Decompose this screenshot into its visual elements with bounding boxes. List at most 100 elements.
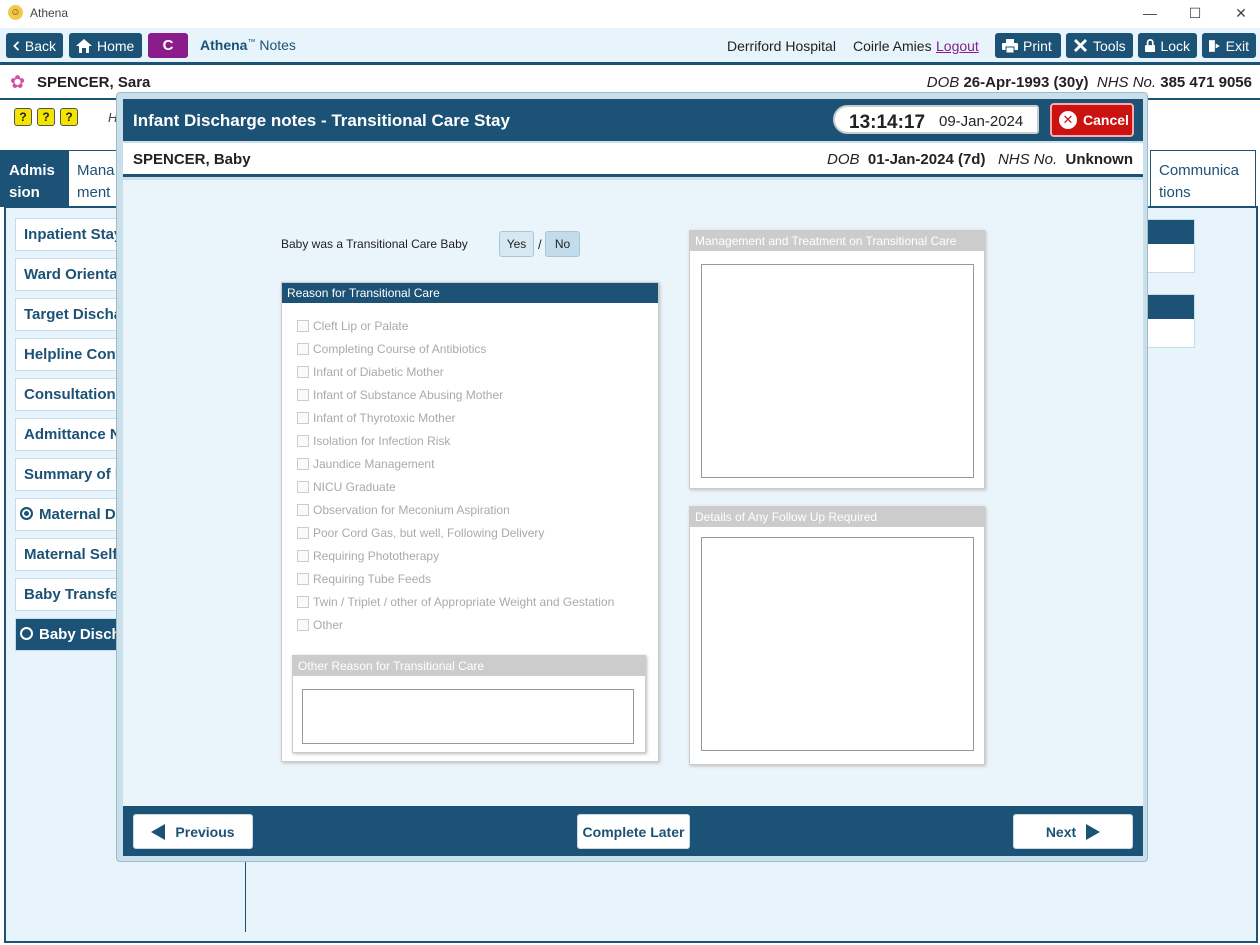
- tab-communications[interactable]: Communica tions: [1150, 150, 1256, 207]
- checkbox[interactable]: [297, 596, 309, 608]
- reason-checkbox-row[interactable]: Requiring Phototherapy: [297, 549, 439, 563]
- reason-checkbox-row[interactable]: Isolation for Infection Risk: [297, 434, 450, 448]
- current-time: 13:14:17: [849, 112, 926, 133]
- yes-button[interactable]: Yes: [499, 231, 534, 257]
- exit-icon: [1209, 39, 1220, 52]
- modal-footer: Previous Complete Later Next: [123, 806, 1143, 856]
- sidebar-item[interactable]: Ward Orientat: [15, 258, 125, 291]
- reason-checkbox-row[interactable]: Cleft Lip or Palate: [297, 319, 408, 333]
- checkbox[interactable]: [297, 527, 309, 539]
- management-textarea[interactable]: [701, 264, 974, 478]
- yes-no-separator: /: [538, 237, 542, 252]
- sidebar-item[interactable]: Admittance N: [15, 418, 125, 451]
- patient-name: SPENCER, Sara: [37, 74, 151, 91]
- followup-textarea[interactable]: [701, 537, 974, 751]
- current-date: 09-Jan-2024: [939, 113, 1024, 130]
- background-divider-line: [245, 858, 246, 932]
- arrow-left-icon: [151, 823, 166, 840]
- checkbox[interactable]: [297, 389, 309, 401]
- sidebar-item[interactable]: Inpatient Stay: [15, 218, 125, 251]
- reason-checkbox-row[interactable]: Infant of Diabetic Mother: [297, 365, 444, 379]
- right-panel-1: [1140, 219, 1195, 273]
- baby-banner: SPENCER, Baby DOB 01-Jan-2024 (7d) NHS N…: [123, 143, 1143, 177]
- window-title: Athena: [30, 6, 69, 20]
- next-button[interactable]: Next: [1013, 814, 1133, 849]
- sidebar-item[interactable]: Maternal Di: [15, 498, 125, 531]
- hospital-name: Derriford Hospital: [727, 38, 836, 54]
- patient-info: DOB 26-Apr-1993 (30y) NHS No. 385 471 90…: [926, 74, 1252, 91]
- app-name: Athena™ Notes: [200, 37, 296, 53]
- followup-panel: Details of Any Follow Up Required: [689, 506, 985, 765]
- tab-management[interactable]: Mana ment: [68, 150, 120, 207]
- sidebar-item[interactable]: Helpline Cont: [15, 338, 125, 371]
- modal-title: Infant Discharge notes - Transitional Ca…: [133, 111, 510, 130]
- reason-panel: Reason for Transitional Care Cleft Lip o…: [281, 282, 659, 762]
- checkbox[interactable]: [297, 320, 309, 332]
- infant-discharge-modal: Infant Discharge notes - Transitional Ca…: [116, 92, 1148, 862]
- print-button[interactable]: Print: [995, 33, 1061, 58]
- radio-icon: [20, 627, 33, 640]
- no-button[interactable]: No: [545, 231, 580, 257]
- sidebar-item[interactable]: Consultation I: [15, 378, 125, 411]
- other-reason-panel: Other Reason for Transitional Care: [292, 655, 646, 753]
- checkbox[interactable]: [297, 481, 309, 493]
- sidebar-item[interactable]: Maternal Self: [15, 538, 125, 571]
- checkbox[interactable]: [297, 573, 309, 585]
- home-icon: [76, 38, 92, 53]
- reason-checkbox-row[interactable]: Jaundice Management: [297, 457, 434, 471]
- quick-help-icon-1[interactable]: ?: [14, 108, 32, 126]
- checkbox[interactable]: [297, 366, 309, 378]
- checkbox[interactable]: [297, 435, 309, 447]
- sidebar-item[interactable]: Baby Transfer: [15, 578, 125, 611]
- reason-checkbox-row[interactable]: Requiring Tube Feeds: [297, 572, 431, 586]
- complete-later-button[interactable]: Complete Later: [577, 814, 690, 849]
- checkbox[interactable]: [297, 504, 309, 516]
- checkbox[interactable]: [297, 458, 309, 470]
- quick-help-icon-3[interactable]: ?: [60, 108, 78, 126]
- sidebar-item[interactable]: Baby Discha: [15, 618, 125, 651]
- c-button[interactable]: C: [148, 33, 188, 58]
- checkbox[interactable]: [297, 343, 309, 355]
- reason-checkbox-row[interactable]: Poor Cord Gas, but well, Following Deliv…: [297, 526, 544, 540]
- lock-button[interactable]: Lock: [1138, 33, 1197, 58]
- cancel-x-icon: ✕: [1059, 111, 1077, 129]
- reason-checkbox-row[interactable]: Infant of Thyrotoxic Mother: [297, 411, 456, 425]
- arrow-right-icon: [1086, 823, 1101, 840]
- checkbox[interactable]: [297, 619, 309, 631]
- modal-body: Baby was a Transitional Care Baby Yes / …: [123, 180, 1143, 806]
- logout-link[interactable]: Logout: [936, 38, 979, 54]
- back-button[interactable]: Back: [6, 33, 63, 58]
- sidebar-item[interactable]: Summary of P: [15, 458, 125, 491]
- reason-checkbox-row[interactable]: Twin / Triplet / other of Appropriate We…: [297, 595, 614, 609]
- lock-icon: [1145, 39, 1156, 53]
- other-reason-textarea[interactable]: [302, 689, 634, 744]
- reason-checkbox-row[interactable]: NICU Graduate: [297, 480, 396, 494]
- sidebar-item[interactable]: Target Dischar: [15, 298, 125, 331]
- home-button[interactable]: Home: [69, 33, 142, 58]
- toolbar-divider: [0, 62, 1260, 65]
- tools-icon: [1074, 39, 1087, 52]
- reason-checkbox-row[interactable]: Infant of Substance Abusing Mother: [297, 388, 503, 402]
- tools-button[interactable]: Tools: [1066, 33, 1133, 58]
- reason-checkbox-row[interactable]: Completing Course of Antibiotics: [297, 342, 486, 356]
- exit-button[interactable]: Exit: [1202, 33, 1256, 58]
- minimize-icon[interactable]: —: [1138, 3, 1162, 23]
- maximize-icon[interactable]: ☐: [1183, 3, 1207, 23]
- previous-button[interactable]: Previous: [133, 814, 253, 849]
- reason-panel-header: Reason for Transitional Care: [282, 283, 658, 303]
- followup-header: Details of Any Follow Up Required: [690, 507, 984, 527]
- cancel-button[interactable]: ✕ Cancel: [1050, 103, 1134, 137]
- reason-checkbox-row[interactable]: Observation for Meconium Aspiration: [297, 503, 510, 517]
- transitional-care-question: Baby was a Transitional Care Baby: [281, 237, 468, 251]
- checkbox[interactable]: [297, 550, 309, 562]
- close-window-icon[interactable]: ✕: [1229, 3, 1253, 23]
- flower-icon: ✿: [10, 72, 26, 92]
- chevron-left-icon: [13, 40, 20, 51]
- reason-checkbox-row[interactable]: Other: [297, 618, 343, 632]
- radio-icon: [20, 507, 33, 520]
- right-panel-2: [1140, 294, 1195, 348]
- checkbox[interactable]: [297, 412, 309, 424]
- user-name: Coirle Amies: [853, 38, 932, 54]
- quick-help-icon-2[interactable]: ?: [37, 108, 55, 126]
- tab-admission[interactable]: Admis sion: [0, 150, 69, 207]
